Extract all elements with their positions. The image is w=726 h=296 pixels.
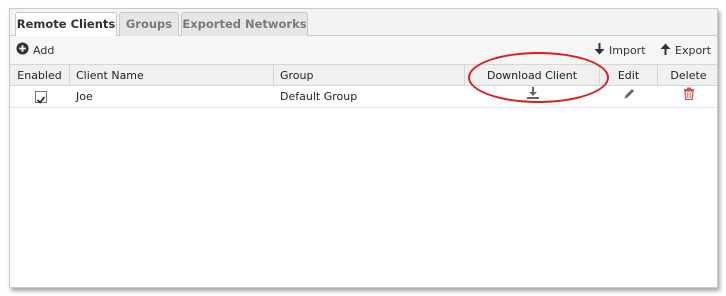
table-row: Joe Default Group: [10, 87, 717, 108]
column-edit[interactable]: Edit: [600, 65, 658, 86]
export-label: Export: [675, 43, 712, 57]
import-button[interactable]: Import: [594, 41, 646, 59]
column-group[interactable]: Group: [274, 65, 465, 86]
toolbar: Add Import Export: [10, 36, 717, 64]
table-header: Enabled Client Name Group Download Clien…: [10, 64, 717, 86]
edit-button[interactable]: [600, 87, 658, 107]
checkmark-icon: [36, 96, 46, 104]
arrow-down-icon: [594, 42, 605, 58]
download-icon: [526, 87, 540, 107]
group-cell: Default Group: [280, 90, 358, 103]
import-label: Import: [609, 43, 646, 57]
tab-exported-networks[interactable]: Exported Networks: [181, 12, 308, 36]
tab-bar: Remote Clients Groups Exported Networks: [10, 9, 717, 37]
trash-icon: [683, 87, 695, 107]
enabled-cell: [10, 87, 70, 107]
export-button[interactable]: Export: [660, 41, 711, 59]
tab-remote-clients[interactable]: Remote Clients: [15, 12, 117, 37]
client-name-cell: Joe: [76, 90, 93, 103]
arrow-up-icon: [660, 43, 671, 58]
download-client-button[interactable]: [465, 87, 600, 107]
column-delete[interactable]: Delete: [658, 65, 719, 86]
column-enabled[interactable]: Enabled: [10, 65, 70, 86]
plus-circle-icon: [16, 42, 29, 58]
column-download-client[interactable]: Download Client: [465, 65, 600, 86]
pencil-icon: [623, 87, 636, 107]
remote-clients-panel: Remote Clients Groups Exported Networks …: [9, 8, 718, 288]
enabled-checkbox[interactable]: [35, 91, 47, 104]
add-button[interactable]: Add: [16, 41, 54, 59]
add-label: Add: [33, 43, 55, 57]
column-client-name[interactable]: Client Name: [70, 65, 274, 86]
tab-groups[interactable]: Groups: [119, 12, 179, 36]
delete-button[interactable]: [658, 87, 719, 107]
